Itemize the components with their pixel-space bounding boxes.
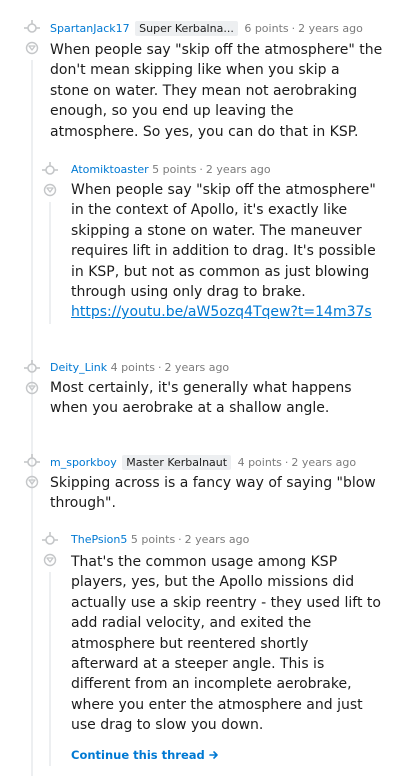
collapse-thread-icon[interactable]	[42, 532, 58, 548]
comment-author[interactable]: SpartanJack17	[50, 22, 130, 35]
collapse-thread-icon[interactable]	[42, 162, 58, 178]
comment-age[interactable]: 2 years ago	[164, 361, 229, 374]
comment-body: That's the common usage among KSP player…	[71, 552, 393, 736]
collapse-thread-icon[interactable]	[24, 360, 40, 376]
comment-author[interactable]: Atomiktoaster	[71, 163, 149, 176]
comment-text: When people say "skip off the atmosphere…	[71, 182, 376, 301]
comment-author[interactable]: Deity_Link	[50, 361, 107, 374]
continue-thread-link[interactable]: Continue this thread	[71, 748, 219, 762]
comment-body: Skipping across is a fancy way of saying…	[50, 473, 390, 514]
comment-age[interactable]: 2 years ago	[185, 533, 250, 546]
collapse-thread-icon[interactable]	[24, 20, 40, 36]
comment-meta: Atomiktoaster 5 points · 2 years ago	[71, 163, 271, 176]
arrow-right-icon	[208, 748, 219, 762]
comment-body: When people say "skip off the atmosphere…	[50, 40, 390, 142]
comment-points: 5 points	[152, 163, 197, 176]
video-link[interactable]: https://youtu.be/aW5ozq4Tqew?t=14m37s	[71, 304, 372, 320]
upvote-icon[interactable]	[25, 474, 39, 489]
comment-meta: ThePsion5 5 points · 2 years ago	[71, 533, 250, 546]
collapse-thread-icon[interactable]	[24, 454, 40, 470]
comment-meta: SpartanJack17 Super Kerbalna... 6 points…	[50, 21, 363, 36]
thread-line[interactable]	[49, 572, 51, 766]
comment-text: When people say "skip off the atmosphere…	[50, 42, 383, 140]
continue-thread-label: Continue this thread	[71, 748, 205, 762]
thread-line[interactable]	[49, 202, 51, 324]
user-flair: Super Kerbalna...	[135, 21, 238, 36]
comment-points: 4 points	[237, 456, 282, 469]
comment-age[interactable]: 2 years ago	[298, 22, 363, 35]
comment-points: 4 points	[110, 361, 155, 374]
upvote-icon[interactable]	[43, 552, 57, 567]
thread-line[interactable]	[31, 494, 33, 776]
comment-author[interactable]: ThePsion5	[71, 533, 127, 546]
comment-age[interactable]: 2 years ago	[206, 163, 271, 176]
comment-body: Most certainly, it's generally what happ…	[50, 378, 390, 419]
comment-text: That's the common usage among KSP player…	[71, 554, 381, 734]
upvote-icon[interactable]	[43, 182, 57, 197]
upvote-icon[interactable]	[25, 40, 39, 55]
comment-points: 5 points	[130, 533, 176, 546]
comment-text: Most certainly, it's generally what happ…	[50, 380, 352, 417]
upvote-icon[interactable]	[25, 380, 39, 395]
comment-body: When people say "skip off the atmosphere…	[71, 180, 393, 323]
comment-meta: m_sporkboy Master Kerbalnaut 4 points · 2 …	[50, 455, 357, 470]
comment-text: Skipping across is a fancy way of saying…	[50, 475, 376, 512]
comment-points: 6 points	[244, 22, 289, 35]
comment-meta: Deity_Link 4 points · 2 years ago	[50, 361, 230, 374]
comment-age[interactable]: 2 years ago	[291, 456, 356, 469]
comment-author[interactable]: m_sporkboy	[50, 456, 117, 469]
user-flair: Master Kerbalnaut	[122, 455, 232, 470]
